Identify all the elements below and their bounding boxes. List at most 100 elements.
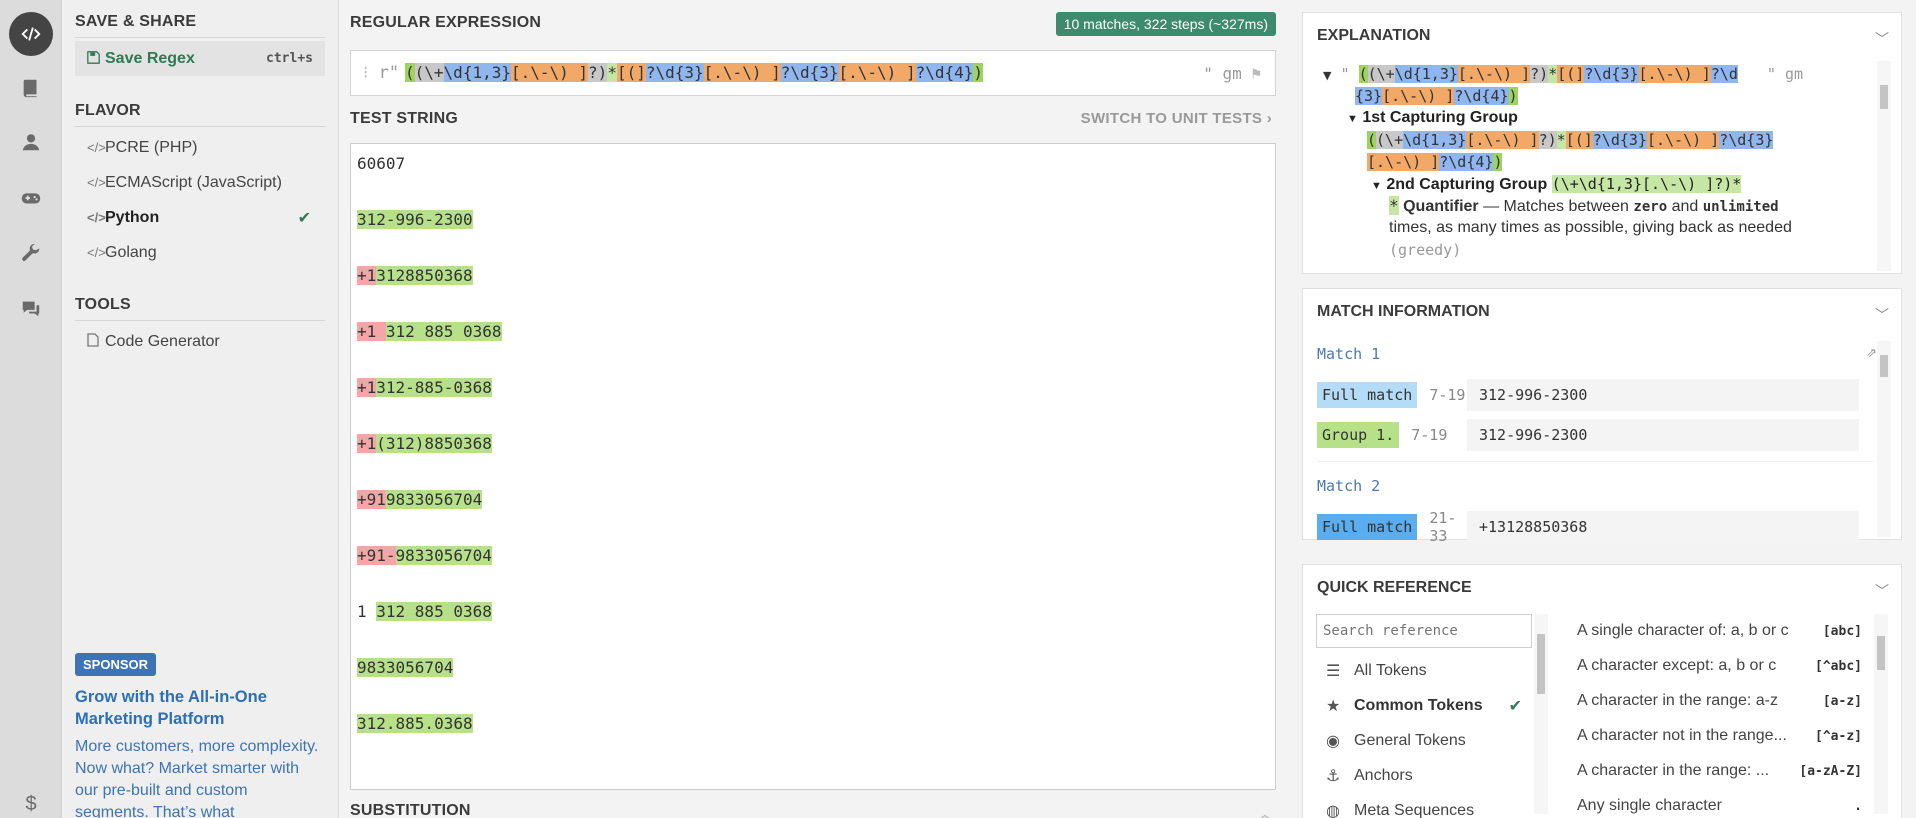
code-icon[interactable]	[9, 12, 53, 56]
flavor-item-golang[interactable]: </> Golang	[75, 235, 325, 270]
category-common-tokens[interactable]: ★ Common Tokens ✔	[1326, 691, 1522, 721]
tool-code-generator[interactable]: Code Generator	[75, 324, 325, 359]
test-line[interactable]: 312-996-2300	[357, 208, 473, 232]
match-info-scrollbar[interactable]	[1877, 341, 1891, 537]
category-all-tokens[interactable]: ☰ All Tokens	[1326, 656, 1522, 686]
category-meta-sequences[interactable]: ◍ Meta Sequences	[1326, 796, 1522, 818]
reference-text: A single character of: a, b or c	[1577, 622, 1789, 639]
scroll-thumb[interactable]	[1880, 355, 1888, 377]
save-regex-button[interactable]: Save Regex ctrl+s	[75, 41, 325, 76]
test-string-editor[interactable]: 60607 312-996-2300 +13128850368 +1 312 885 …	[350, 143, 1276, 790]
match-highlight: 312.885.0368	[357, 714, 473, 733]
regex-delimiter-prefix: ⁝ r"	[363, 63, 400, 83]
explanation-scrollbar[interactable]	[1877, 61, 1891, 271]
category-general-tokens[interactable]: ◉ General Tokens	[1326, 726, 1522, 756]
explanation-title: EXPLANATION	[1317, 27, 1431, 44]
regex-input[interactable]: ⁝ r" ((\+\d{1,3}[.\-\) ]?)*[(]?\d{3}[.\-…	[350, 50, 1276, 96]
flag-icon[interactable]: ⚑	[1251, 64, 1261, 83]
share-icon[interactable]: ⇗	[1866, 345, 1877, 361]
test-line[interactable]: +13128850368	[357, 264, 473, 288]
scroll-thumb[interactable]	[1880, 85, 1888, 109]
sponsor-heading[interactable]: Grow with the All-in-One Marketing Platf…	[75, 686, 325, 730]
regex-pattern[interactable]: ((\+\d{1,3}[.\-\) ]?)*[(]?\d{3}[.\-\) ]?…	[405, 60, 984, 86]
reference-item[interactable]: A single character of: a, b or c [abc]	[1577, 616, 1862, 646]
test-line[interactable]: 9833056704	[357, 656, 454, 680]
match-highlight: 312-996-2300	[357, 210, 473, 229]
meta-icon: ◍	[1326, 803, 1340, 818]
switch-unit-tests-link[interactable]: SWITCH TO UNIT TESTS ›	[1081, 110, 1272, 127]
match-1-full[interactable]: Full match 7-19	[1317, 381, 1471, 409]
chevron-down-icon[interactable]: ﹀	[1875, 29, 1889, 49]
reference-item[interactable]: A character in the range: a-z [a-z]	[1577, 686, 1862, 716]
exp-quantifier-desc: times, as many times as possible, giving…	[1389, 219, 1792, 236]
check-icon: ✔	[1508, 698, 1522, 715]
collapse-triangle-icon[interactable]: ▼	[1371, 180, 1382, 192]
test-line[interactable]: +1312-885-0368	[357, 376, 492, 400]
switch-unit-tests-label: SWITCH TO UNIT TESTS	[1080, 110, 1263, 127]
reference-item[interactable]: A character except: a, b or c [^abc]	[1577, 651, 1862, 681]
unmatched-prefix: +91-	[357, 546, 396, 565]
unmatched-prefix: +1	[357, 434, 377, 453]
test-string-title: TEST STRING	[350, 110, 458, 127]
chevron-down-icon[interactable]: ﹀	[1875, 305, 1889, 325]
match-highlight: 9833056704	[357, 658, 454, 677]
chat-icon[interactable]	[9, 286, 53, 330]
save-share-title: SAVE & SHARE	[75, 13, 325, 38]
sponsor-body[interactable]: More customers, more complexity. Now wha…	[75, 736, 325, 818]
exp-group2-pattern: (\+\d{1,3}[.\-\) ]?)*	[1551, 175, 1742, 193]
chevron-down-icon[interactable]: ﹀	[1875, 581, 1889, 601]
collapse-triangle-icon[interactable]: ▼	[1347, 113, 1358, 125]
wrench-icon[interactable]	[9, 232, 53, 276]
quantifier-and: and	[1667, 198, 1703, 215]
test-line[interactable]: +91-9833056704	[357, 544, 492, 568]
save-shortcut: ctrl+s	[266, 51, 313, 66]
flavor-label: Golang	[105, 243, 157, 261]
match-2-full[interactable]: Full match 21-33	[1317, 509, 1471, 545]
reference-scrollbar[interactable]	[1874, 614, 1888, 814]
dollar-icon[interactable]: $	[9, 782, 53, 818]
exp-close-flags: " gm	[1766, 65, 1804, 83]
category-label: All Tokens	[1354, 662, 1427, 679]
exp-group1-pattern-cont: [.\-\) ]?\d{4})	[1367, 153, 1503, 171]
test-line[interactable]: +919833056704	[357, 488, 483, 512]
test-line[interactable]: 60607	[357, 152, 405, 176]
book-icon[interactable]	[9, 66, 53, 110]
flavor-item-python[interactable]: </> Python ✔	[75, 200, 325, 235]
match-highlight: 312 885 0368	[385, 322, 502, 341]
flavor-item-pcre[interactable]: </> PCRE (PHP)	[75, 130, 325, 165]
match-highlight: 9833056704	[395, 546, 492, 565]
flavor-item-ecmascript[interactable]: </> ECMAScript (JavaScript)	[75, 165, 325, 200]
reference-item[interactable]: A character not in the range... [^a-z]	[1577, 721, 1862, 751]
reference-item[interactable]: A character in the range: ... [a-zA-Z]	[1577, 756, 1862, 786]
quantifier-unlimited: unlimited	[1702, 199, 1779, 215]
reference-text: Any single character	[1577, 797, 1722, 814]
reference-text: A character not in the range...	[1577, 727, 1787, 744]
match-1-group-1[interactable]: Group 1. 7-19	[1317, 421, 1453, 449]
match-highlight: 312 885 0368	[376, 602, 492, 621]
reference-text: A character except: a, b or c	[1577, 657, 1777, 674]
save-regex-label: Save Regex	[105, 49, 195, 67]
explanation-root: ▼ " ((\+\d{1,3}[.\-\) ]?)*[(]?\d{3}[.\-\…	[1323, 65, 1804, 83]
reference-code: .	[1854, 798, 1862, 814]
collapse-triangle-icon[interactable]: ▼	[1323, 69, 1331, 82]
category-anchors[interactable]: ⚓ Anchors	[1326, 761, 1522, 791]
scroll-thumb[interactable]	[1537, 634, 1545, 694]
quantifier-token: *	[1389, 196, 1399, 215]
regex-flags[interactable]: " gm ⚑	[1203, 64, 1261, 83]
flavor-title: FLAVOR	[75, 102, 325, 127]
scroll-thumb[interactable]	[1877, 636, 1885, 670]
reference-search-input[interactable]	[1316, 614, 1532, 648]
categories-scrollbar[interactable]	[1534, 614, 1548, 814]
chevron-up-icon[interactable]: ︿	[1258, 804, 1272, 818]
divider	[1317, 461, 1873, 462]
user-icon[interactable]	[9, 120, 53, 164]
flavor-label: Python	[105, 208, 160, 226]
reference-item[interactable]: Any single character.	[1577, 791, 1862, 818]
test-line[interactable]: +1 312 885 0368	[357, 320, 502, 344]
test-line[interactable]: +1(312)8850368	[357, 432, 492, 456]
unmatched-prefix: +1	[357, 266, 377, 285]
test-line[interactable]: 1 312 885 0368	[357, 600, 492, 624]
database-icon: ☰	[1326, 663, 1341, 680]
gamepad-icon[interactable]	[9, 176, 53, 220]
test-line[interactable]: 312.885.0368	[357, 712, 473, 736]
